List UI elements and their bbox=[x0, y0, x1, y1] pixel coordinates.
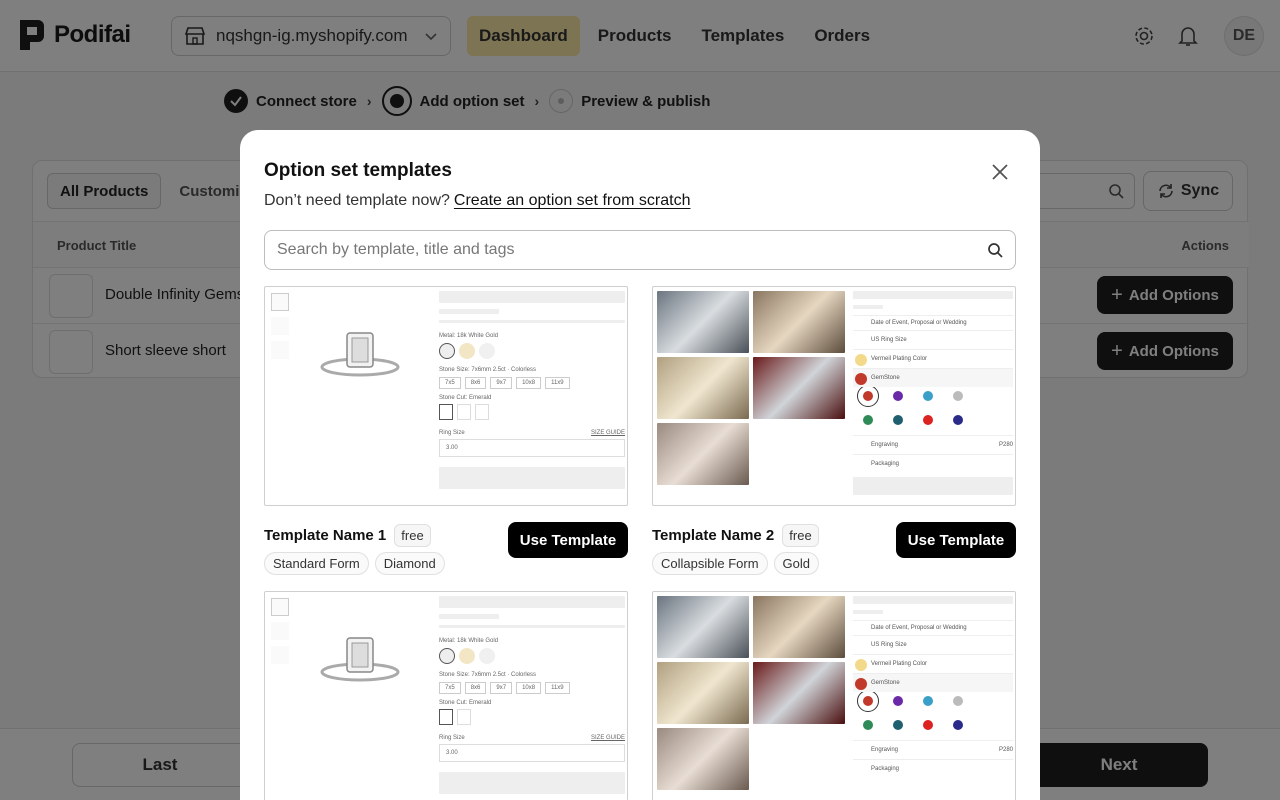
ring-photo bbox=[753, 596, 845, 658]
template-preview-ring-photos[interactable]: Date of Event, Proposal or Wedding US Ri… bbox=[652, 591, 1016, 800]
size-option: 9x7 bbox=[490, 682, 513, 694]
preview-size-guide: SIZE GUIDE bbox=[590, 430, 625, 436]
size-option: 8x6 bbox=[464, 377, 487, 389]
template-tags: Collapsible Form Gold bbox=[652, 552, 820, 575]
preview-event: Date of Event, Proposal or Wedding bbox=[853, 315, 1013, 330]
ring-photo bbox=[657, 728, 749, 790]
preview-event: Date of Event, Proposal or Wedding bbox=[853, 620, 1013, 635]
preview-engraving: Engraving bbox=[871, 747, 899, 753]
preview-stone-cut: Stone Cut: Emerald bbox=[439, 395, 492, 401]
preview-engraving: Engraving bbox=[871, 442, 899, 448]
size-option: 11x9 bbox=[545, 682, 570, 694]
template-name: Template Name 1 bbox=[264, 527, 387, 544]
search-placeholder: Search by template, title and tags bbox=[277, 241, 515, 258]
ring-photo bbox=[657, 357, 749, 419]
preview-vermeil-row: Vermeil Plating Color bbox=[853, 654, 1013, 673]
preview-photo-grid bbox=[657, 596, 849, 790]
tag: Diamond bbox=[374, 552, 445, 575]
ring-photo bbox=[753, 291, 845, 353]
preview-gemstone: GemStone bbox=[871, 680, 900, 686]
preview-collapsible-form: Date of Event, Proposal or Wedding US Ri… bbox=[853, 596, 1013, 778]
ring-image-icon bbox=[320, 332, 400, 377]
ring-photo bbox=[657, 662, 749, 724]
tag: Gold bbox=[773, 552, 820, 575]
preview-photo-grid bbox=[657, 291, 849, 485]
close-icon[interactable] bbox=[988, 160, 1012, 184]
size-option: 9x7 bbox=[490, 377, 513, 389]
ring-image-icon bbox=[320, 637, 400, 682]
ring-photo bbox=[657, 423, 749, 485]
ring-photo bbox=[657, 291, 749, 353]
preview-engraving-price: P280 bbox=[998, 442, 1013, 448]
ring-photo bbox=[753, 357, 845, 419]
tag: Collapsible Form bbox=[652, 552, 768, 575]
preview-engraving-row: Engraving P280 bbox=[853, 435, 1013, 454]
price-badge: free bbox=[782, 524, 819, 547]
preview-form: Metal: 18k White Gold Stone Size: 7x6mm … bbox=[439, 596, 625, 794]
preview-thumbnails bbox=[271, 598, 291, 670]
preview-us-ring: US Ring Size bbox=[853, 635, 1013, 654]
preview-vermeil: Vermeil Plating Color bbox=[871, 661, 928, 667]
preview-stone-size: Stone Size: 7x6mm 2.5ct · Colorless bbox=[439, 367, 537, 373]
preview-thumbnails bbox=[271, 293, 291, 365]
preview-ring-size: Ring Size bbox=[439, 430, 465, 436]
preview-form: Metal: 18k White Gold Stone Size: 7x6mm … bbox=[439, 291, 625, 489]
size-option: 10x8 bbox=[516, 377, 542, 389]
preview-gemstone: GemStone bbox=[871, 375, 900, 381]
preview-metal: Metal: 18k White Gold bbox=[439, 638, 499, 644]
size-option: 10x8 bbox=[516, 682, 542, 694]
ring-photo bbox=[657, 596, 749, 658]
size-option: 7x5 bbox=[439, 682, 461, 694]
template-search-input[interactable]: Search by template, title and tags bbox=[264, 230, 1016, 270]
tag: Standard Form bbox=[264, 552, 369, 575]
preview-metal: Metal: 18k White Gold bbox=[439, 333, 499, 339]
size-option: 8x6 bbox=[464, 682, 487, 694]
modal-subtitle: Don’t need template now? Create an optio… bbox=[264, 192, 690, 210]
template-preview-ring-form[interactable]: Metal: 18k White Gold Stone Size: 7x6mm … bbox=[264, 286, 628, 506]
template-preview-ring-form[interactable]: Metal: 18k White Gold Stone Size: 7x6mm … bbox=[264, 591, 628, 800]
preview-collapsible-form: Date of Event, Proposal or Wedding US Ri… bbox=[853, 291, 1013, 495]
preview-stone-size: Stone Size: 7x6mm 2.5ct · Colorless bbox=[439, 672, 537, 678]
size-option: 7x5 bbox=[439, 377, 461, 389]
template-tags: Standard Form Diamond bbox=[264, 552, 445, 575]
preview-size-guide: SIZE GUIDE bbox=[590, 735, 625, 741]
preview-ring-value: 3.00 bbox=[439, 439, 625, 457]
preview-stone-cut: Stone Cut: Emerald bbox=[439, 700, 492, 706]
preview-engraving-price: P280 bbox=[998, 747, 1013, 753]
preview-packaging: Packaging bbox=[853, 454, 1013, 473]
use-template-button[interactable]: Use Template bbox=[508, 522, 628, 558]
preview-ring-size: Ring Size bbox=[439, 735, 465, 741]
template-title-row: Template Name 1 free bbox=[264, 524, 431, 547]
template-name: Template Name 2 bbox=[652, 527, 775, 544]
option-set-templates-modal: Option set templates Don’t need template… bbox=[240, 130, 1040, 800]
ring-photo bbox=[753, 662, 845, 724]
preview-gemstone-row: GemStone bbox=[853, 673, 1013, 692]
preview-vermeil: Vermeil Plating Color bbox=[871, 356, 928, 362]
template-title-row: Template Name 2 free bbox=[652, 524, 819, 547]
preview-engraving-row: Engraving P280 bbox=[853, 740, 1013, 759]
preview-gemstone-row: GemStone bbox=[853, 368, 1013, 387]
preview-us-ring: US Ring Size bbox=[853, 330, 1013, 349]
use-template-button[interactable]: Use Template bbox=[896, 522, 1016, 558]
create-from-scratch-link[interactable]: Create an option set from scratch bbox=[454, 192, 691, 210]
preview-ring-value: 3.00 bbox=[439, 744, 625, 762]
search-icon bbox=[988, 243, 1003, 258]
preview-vermeil-row: Vermeil Plating Color bbox=[853, 349, 1013, 368]
price-badge: free bbox=[394, 524, 431, 547]
size-option: 11x9 bbox=[545, 377, 570, 389]
subtitle-text: Don’t need template now? bbox=[264, 192, 450, 209]
template-preview-ring-photos[interactable]: Date of Event, Proposal or Wedding US Ri… bbox=[652, 286, 1016, 506]
modal-title: Option set templates bbox=[264, 160, 452, 181]
preview-packaging: Packaging bbox=[853, 759, 1013, 778]
